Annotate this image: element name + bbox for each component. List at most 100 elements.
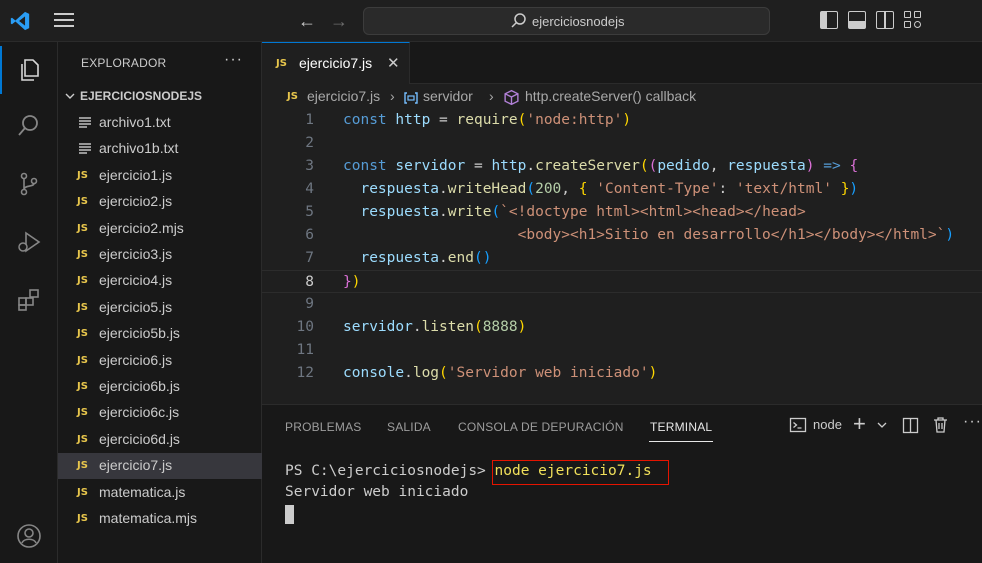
code-line-current: 8}) (262, 270, 982, 293)
file-name: ejercicio6d.js (99, 430, 180, 447)
js-file-icon: JS (77, 460, 88, 472)
toggle-primary-sidebar-icon[interactable] (820, 11, 838, 29)
command-center-search[interactable]: ejerciciosnodejs (363, 7, 770, 35)
source-control-activity[interactable] (0, 160, 58, 208)
search-icon (18, 115, 38, 136)
layout-controls (820, 11, 922, 29)
extensions-activity[interactable] (0, 276, 58, 324)
file-name: ejercicio3.js (99, 246, 173, 262)
js-file-icon: JS (77, 196, 88, 208)
tab-terminal[interactable]: TERMINAL (650, 420, 712, 434)
terminal-instance-name[interactable]: node (813, 417, 842, 432)
tab-problemas[interactable]: PROBLEMAS (285, 420, 362, 434)
file-name: matematica.js (99, 483, 186, 500)
file-name: ejercicio4.js (99, 272, 173, 289)
back-arrow-icon[interactable]: ← (298, 11, 316, 32)
code-line: 9 (262, 293, 982, 316)
js-file-icon: JS (77, 407, 88, 419)
file-item[interactable]: JS ejercicio2.js (58, 189, 262, 215)
js-file-icon: JS (77, 513, 88, 524)
file-item[interactable]: JS ejercicio6d.js (58, 427, 262, 453)
more-actions-icon[interactable]: ··· (224, 51, 243, 69)
tab-salida[interactable]: SALIDA (387, 420, 431, 434)
search-activity[interactable] (0, 102, 58, 150)
file-item[interactable]: JS ejercicio6.js (58, 348, 262, 374)
source-control-icon (20, 172, 38, 196)
breadcrumb-file[interactable]: ejercicio7.js (307, 88, 380, 104)
js-file-icon: JS (77, 328, 88, 340)
file-item[interactable]: JS ejercicio3.js (58, 242, 262, 268)
file-name: ejercicio6c.js (99, 404, 180, 421)
toggle-secondary-sidebar-icon[interactable] (876, 11, 894, 29)
file-item[interactable]: JS ejercicio5.js (58, 295, 262, 321)
code-line: 12 console.log('Servidor web iniciado') (262, 362, 982, 385)
customize-layout-icon[interactable] (904, 11, 922, 29)
bottom-panel: PROBLEMAS SALIDA CONSOLA DE DEPURACIÓN T… (262, 404, 982, 563)
run-debug-activity[interactable] (0, 218, 58, 266)
close-icon[interactable]: ✕ (387, 54, 400, 72)
text-file-icon (79, 143, 91, 155)
breadcrumb-symbol-callback[interactable]: http.createServer() callback (525, 88, 696, 104)
tab-consola-depuracion[interactable]: CONSOLA DE DEPURACIÓN (458, 420, 624, 434)
file-name: archivo1b.txt (99, 140, 179, 157)
title-bar: ← → ejerciciosnodejs (0, 0, 982, 42)
more-actions-icon[interactable]: ··· (963, 413, 982, 431)
accounts-activity[interactable] (0, 512, 58, 560)
code-line: 11 (262, 339, 982, 362)
menu-icon[interactable] (54, 13, 74, 29)
line-number: 9 (305, 296, 314, 312)
line-number: 11 (296, 342, 314, 358)
terminal-output[interactable]: PS C:\ejerciciosnodejs> node ejercicio7.… (285, 460, 669, 559)
file-item[interactable]: JS matematica.js (58, 480, 262, 506)
js-file-icon: JS (77, 169, 88, 181)
file-name: ejercicio5b.js (99, 325, 180, 342)
extensions-icon (18, 289, 39, 311)
terminal-icon (789, 417, 807, 433)
breadcrumb-symbol-servidor[interactable]: servidor (423, 88, 473, 104)
new-terminal-plus-icon[interactable]: + (853, 411, 866, 437)
file-name: ejercicio5.js (99, 298, 173, 315)
command-highlight-box (492, 460, 669, 485)
file-name: ejercicio2.js (99, 193, 173, 210)
explorer-activity[interactable] (0, 46, 58, 94)
line-number: 8 (305, 274, 314, 290)
file-item[interactable]: JS ejercicio7.js (58, 453, 262, 480)
js-file-icon: JS (77, 275, 88, 287)
workspace-folder[interactable]: EJERCICIOSNODEJS (58, 86, 262, 108)
js-file-icon: JS (276, 58, 287, 69)
vscode-logo-icon[interactable] (9, 10, 31, 32)
code-line: 4 respuesta.writeHead(200, { 'Content-Ty… (262, 178, 982, 201)
terminal-cursor (285, 505, 294, 524)
file-name: ejercicio2.mjs (99, 219, 184, 236)
file-item[interactable]: archivo1.txt (58, 110, 262, 136)
file-item[interactable]: JS matematica.mjs (58, 506, 262, 532)
js-file-icon: JS (77, 301, 88, 313)
folder-name: EJERCICIOSNODEJS (80, 89, 203, 103)
file-item[interactable]: JS ejercicio6b.js (58, 374, 262, 400)
text-file-icon (79, 117, 91, 128)
file-item[interactable]: JS ejercicio1.js (58, 163, 262, 189)
file-item[interactable]: archivo1b.txt (58, 136, 262, 162)
line-number: 2 (305, 135, 314, 151)
code-line: 7 respuesta.end() (262, 247, 982, 270)
split-terminal-icon[interactable] (902, 417, 919, 434)
files-icon (21, 59, 39, 81)
code-line: 1 const http = require('node:http') (262, 109, 982, 132)
code-line: 5 respuesta.write(`<!doctype html><html>… (262, 201, 982, 224)
js-file-icon: JS (77, 249, 88, 260)
tab-label: ejercicio7.js (299, 55, 373, 71)
file-item[interactable]: JS ejercicio5b.js (58, 321, 262, 347)
breadcrumb-separator: › (489, 88, 494, 104)
file-item[interactable]: JS ejercicio6c.js (58, 400, 262, 426)
toggle-panel-icon[interactable] (848, 11, 866, 29)
chevron-down-icon[interactable] (877, 420, 887, 430)
editor-group: JS ejercicio7.js ✕ JS ejercicio7.js › se… (262, 42, 982, 404)
file-item[interactable]: JS ejercicio4.js (58, 268, 262, 294)
line-number: 7 (305, 250, 314, 266)
tab-ejercicio7[interactable]: JS ejercicio7.js ✕ (262, 42, 410, 84)
forward-arrow-icon[interactable]: → (330, 11, 348, 32)
file-name: ejercicio6b.js (99, 378, 180, 394)
file-name: ejercicio7.js (99, 457, 173, 474)
file-item[interactable]: JS ejercicio2.mjs (58, 216, 262, 242)
trash-icon[interactable] (932, 416, 949, 434)
